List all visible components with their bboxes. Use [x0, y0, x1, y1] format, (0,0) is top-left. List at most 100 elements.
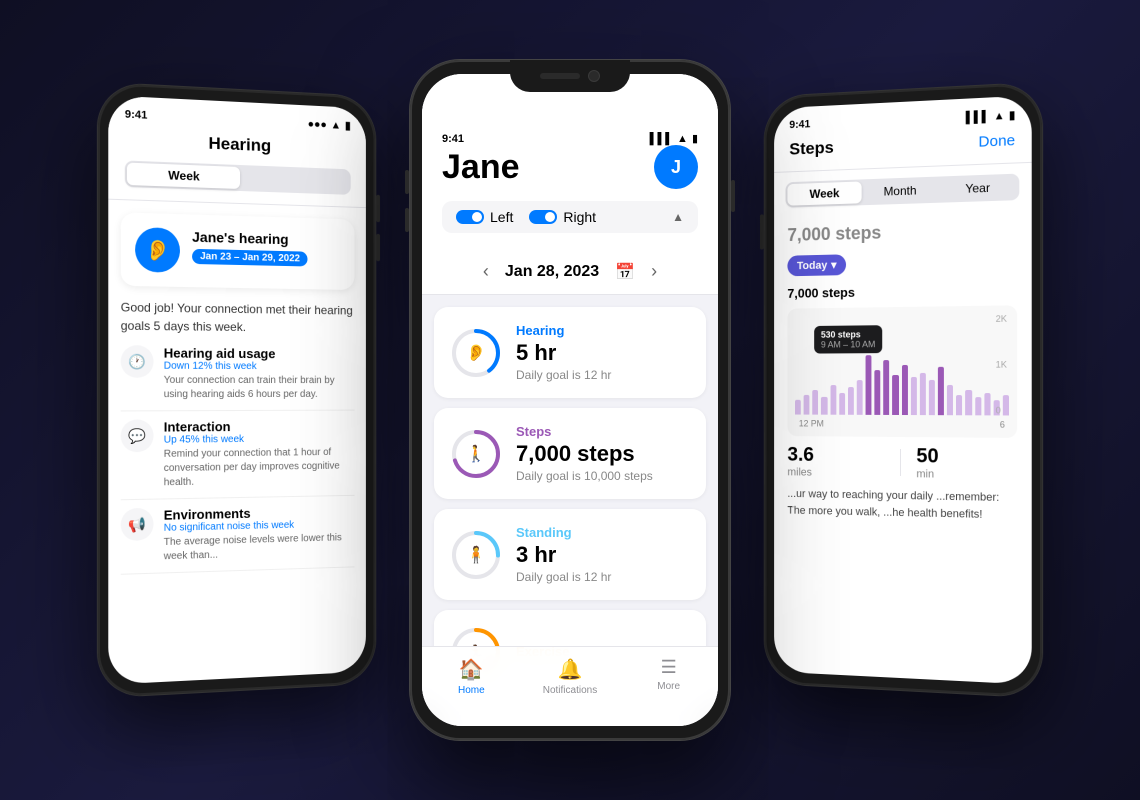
hearing-card-title: Jane's hearing [192, 229, 308, 248]
month-tab-right[interactable]: Month [862, 179, 939, 204]
steps-ring-icon: 🚶 [450, 428, 502, 480]
metric-hearing-subtitle: Down 12% this week [164, 361, 355, 373]
notifications-tab[interactable]: 🔔 Notifications [540, 657, 600, 696]
more-tab[interactable]: ☰ More [639, 657, 699, 692]
center-time: 9:41 [442, 133, 464, 145]
today-badge[interactable]: Today ▾ [787, 254, 846, 276]
chart-bar [830, 385, 836, 415]
center-header-row: Jane J [442, 145, 698, 189]
chart-bar [1003, 395, 1009, 415]
right-status-icons: ▌▌▌ ▲ ▮ [966, 108, 1015, 124]
miles-value: 3.6 [787, 444, 883, 468]
ear-selector[interactable]: Left Right ▲ [442, 201, 698, 233]
svg-text:🚶: 🚶 [466, 444, 486, 463]
date-prev-button[interactable]: ‹ [483, 261, 489, 282]
hearing-ring-icon: 👂 [450, 327, 502, 379]
center-phone-screen: 9:41 ▌▌▌ ▲ ▮ Jane J [422, 74, 718, 726]
metric-env-desc: The average noise levels were lower this… [164, 531, 355, 564]
stats-row: 3.6 miles 50 min [787, 444, 1017, 482]
chart-bar [911, 377, 917, 415]
home-tab[interactable]: 🏠 Home [441, 657, 501, 696]
bar-chart-container: 530 steps9 AM – 10 AM2K1K0 12 PM 6 [787, 305, 1017, 438]
tab-bar: 🏠 Home 🔔 Notifications ☰ More [422, 646, 718, 726]
summary-text: Good job! Your connection met their hear… [121, 298, 355, 337]
left-status-bar: 9:41 ●●● ▲ ▮ [125, 104, 351, 132]
chart-bar [965, 390, 971, 415]
center-phone: 9:41 ▌▌▌ ▲ ▮ Jane J [410, 60, 730, 740]
chart-tooltip: 530 steps9 AM – 10 AM [814, 325, 882, 353]
steps-card-info: Steps 7,000 steps Daily goal is 10,000 s… [516, 424, 653, 483]
year-tab-right[interactable]: Year [939, 176, 1018, 201]
time-tabs: Week Month Year [785, 174, 1019, 208]
left-ear-indicator [456, 210, 484, 224]
notch-camera [588, 70, 600, 82]
hearing-summary-card[interactable]: 👂 Jane's hearing Jan 23 – Jan 29, 2022 [121, 212, 355, 290]
standing-card-info: Standing 3 hr Daily goal is 12 hr [516, 525, 611, 584]
minutes-stat: 50 min [916, 445, 1017, 482]
center-screen-content: 9:41 ▌▌▌ ▲ ▮ Jane J [422, 74, 718, 726]
clock-icon: 🕐 [121, 345, 154, 378]
chevron-up-icon: ▲ [672, 210, 684, 224]
right-ear-option[interactable]: Right [529, 209, 596, 225]
user-avatar[interactable]: J [654, 145, 698, 189]
chart-bar [984, 393, 990, 415]
hearing-metric-card[interactable]: 👂 Hearing 5 hr Daily goal is 12 hr [434, 307, 706, 398]
chart-label-6: 6 [1000, 420, 1005, 430]
chart-bar [866, 355, 872, 415]
done-button[interactable]: Done [978, 131, 1015, 150]
minutes-label: min [916, 468, 1017, 482]
left-time: 9:41 [125, 108, 148, 122]
left-phone: 9:41 ●●● ▲ ▮ Hearing Week [98, 83, 375, 698]
home-tab-label: Home [458, 685, 485, 696]
chart-bar [839, 393, 845, 415]
miles-label: miles [787, 466, 883, 479]
week-selector: Week [125, 160, 351, 194]
metric-hearing-usage: 🕐 Hearing aid usage Down 12% this week Y… [121, 345, 355, 411]
notch-speaker [540, 73, 580, 79]
metric-env-text: Environments No significant noise this w… [164, 504, 355, 565]
reach-text: ...ur way to reaching your daily ...reme… [787, 486, 1017, 524]
chart-bar [857, 380, 863, 415]
hearing-category-label: Hearing [516, 323, 611, 338]
center-top-bar: 9:41 ▌▌▌ ▲ ▮ Jane J [422, 74, 718, 249]
more-tab-label: More [657, 681, 680, 692]
left-phone-screen: 9:41 ●●● ▲ ▮ Hearing Week [108, 95, 366, 684]
date-next-button[interactable]: › [651, 261, 657, 282]
right-ear-indicator [529, 210, 557, 224]
chart-bar [920, 373, 926, 415]
center-status-icons: ▌▌▌ ▲ ▮ [650, 132, 698, 145]
center-signal-icon: ▌▌▌ [650, 133, 673, 145]
left-ear-option[interactable]: Left [456, 209, 513, 225]
chart-bar [892, 375, 898, 415]
metric-interaction-subtitle: Up 45% this week [164, 433, 355, 446]
week-tab[interactable]: Week [127, 163, 240, 189]
battery-icon: ▮ [345, 119, 351, 132]
left-volume-up [405, 170, 409, 194]
chart-bar [795, 400, 801, 415]
calendar-icon[interactable]: 📅 [615, 262, 635, 282]
chart-bar [956, 395, 962, 415]
svg-text:🧍: 🧍 [466, 545, 486, 564]
stat-divider [900, 449, 901, 476]
right-wifi-icon: ▲ [994, 109, 1005, 122]
chart-bar [812, 390, 818, 415]
hearing-goal: Daily goal is 12 hr [516, 368, 611, 382]
steps-sub-label: 7,000 steps [774, 277, 1032, 304]
chart-label-12pm: 12 PM [799, 418, 824, 428]
chart-bar [821, 397, 827, 415]
bell-icon: 🔔 [558, 657, 583, 682]
ear-options: Left Right [456, 209, 596, 225]
wifi-icon: ▲ [331, 119, 341, 131]
date-nav: ‹ Jan 28, 2023 📅 › [422, 249, 718, 295]
hearing-card-info: Hearing 5 hr Daily goal is 12 hr [516, 323, 611, 382]
week-tab-right[interactable]: Week [787, 181, 862, 205]
chart-bar [901, 365, 907, 415]
standing-metric-card[interactable]: 🧍 Standing 3 hr Daily goal is 12 hr [434, 509, 706, 600]
chart-bar [883, 360, 889, 415]
steps-category-label: Steps [516, 424, 653, 439]
month-tab[interactable] [240, 167, 349, 193]
today-label: Today [797, 259, 827, 271]
left-status-icons: ●●● ▲ ▮ [308, 117, 351, 132]
standing-ring-icon: 🧍 [450, 529, 502, 581]
steps-metric-card[interactable]: 🚶 Steps 7,000 steps Daily goal is 10,000… [434, 408, 706, 499]
